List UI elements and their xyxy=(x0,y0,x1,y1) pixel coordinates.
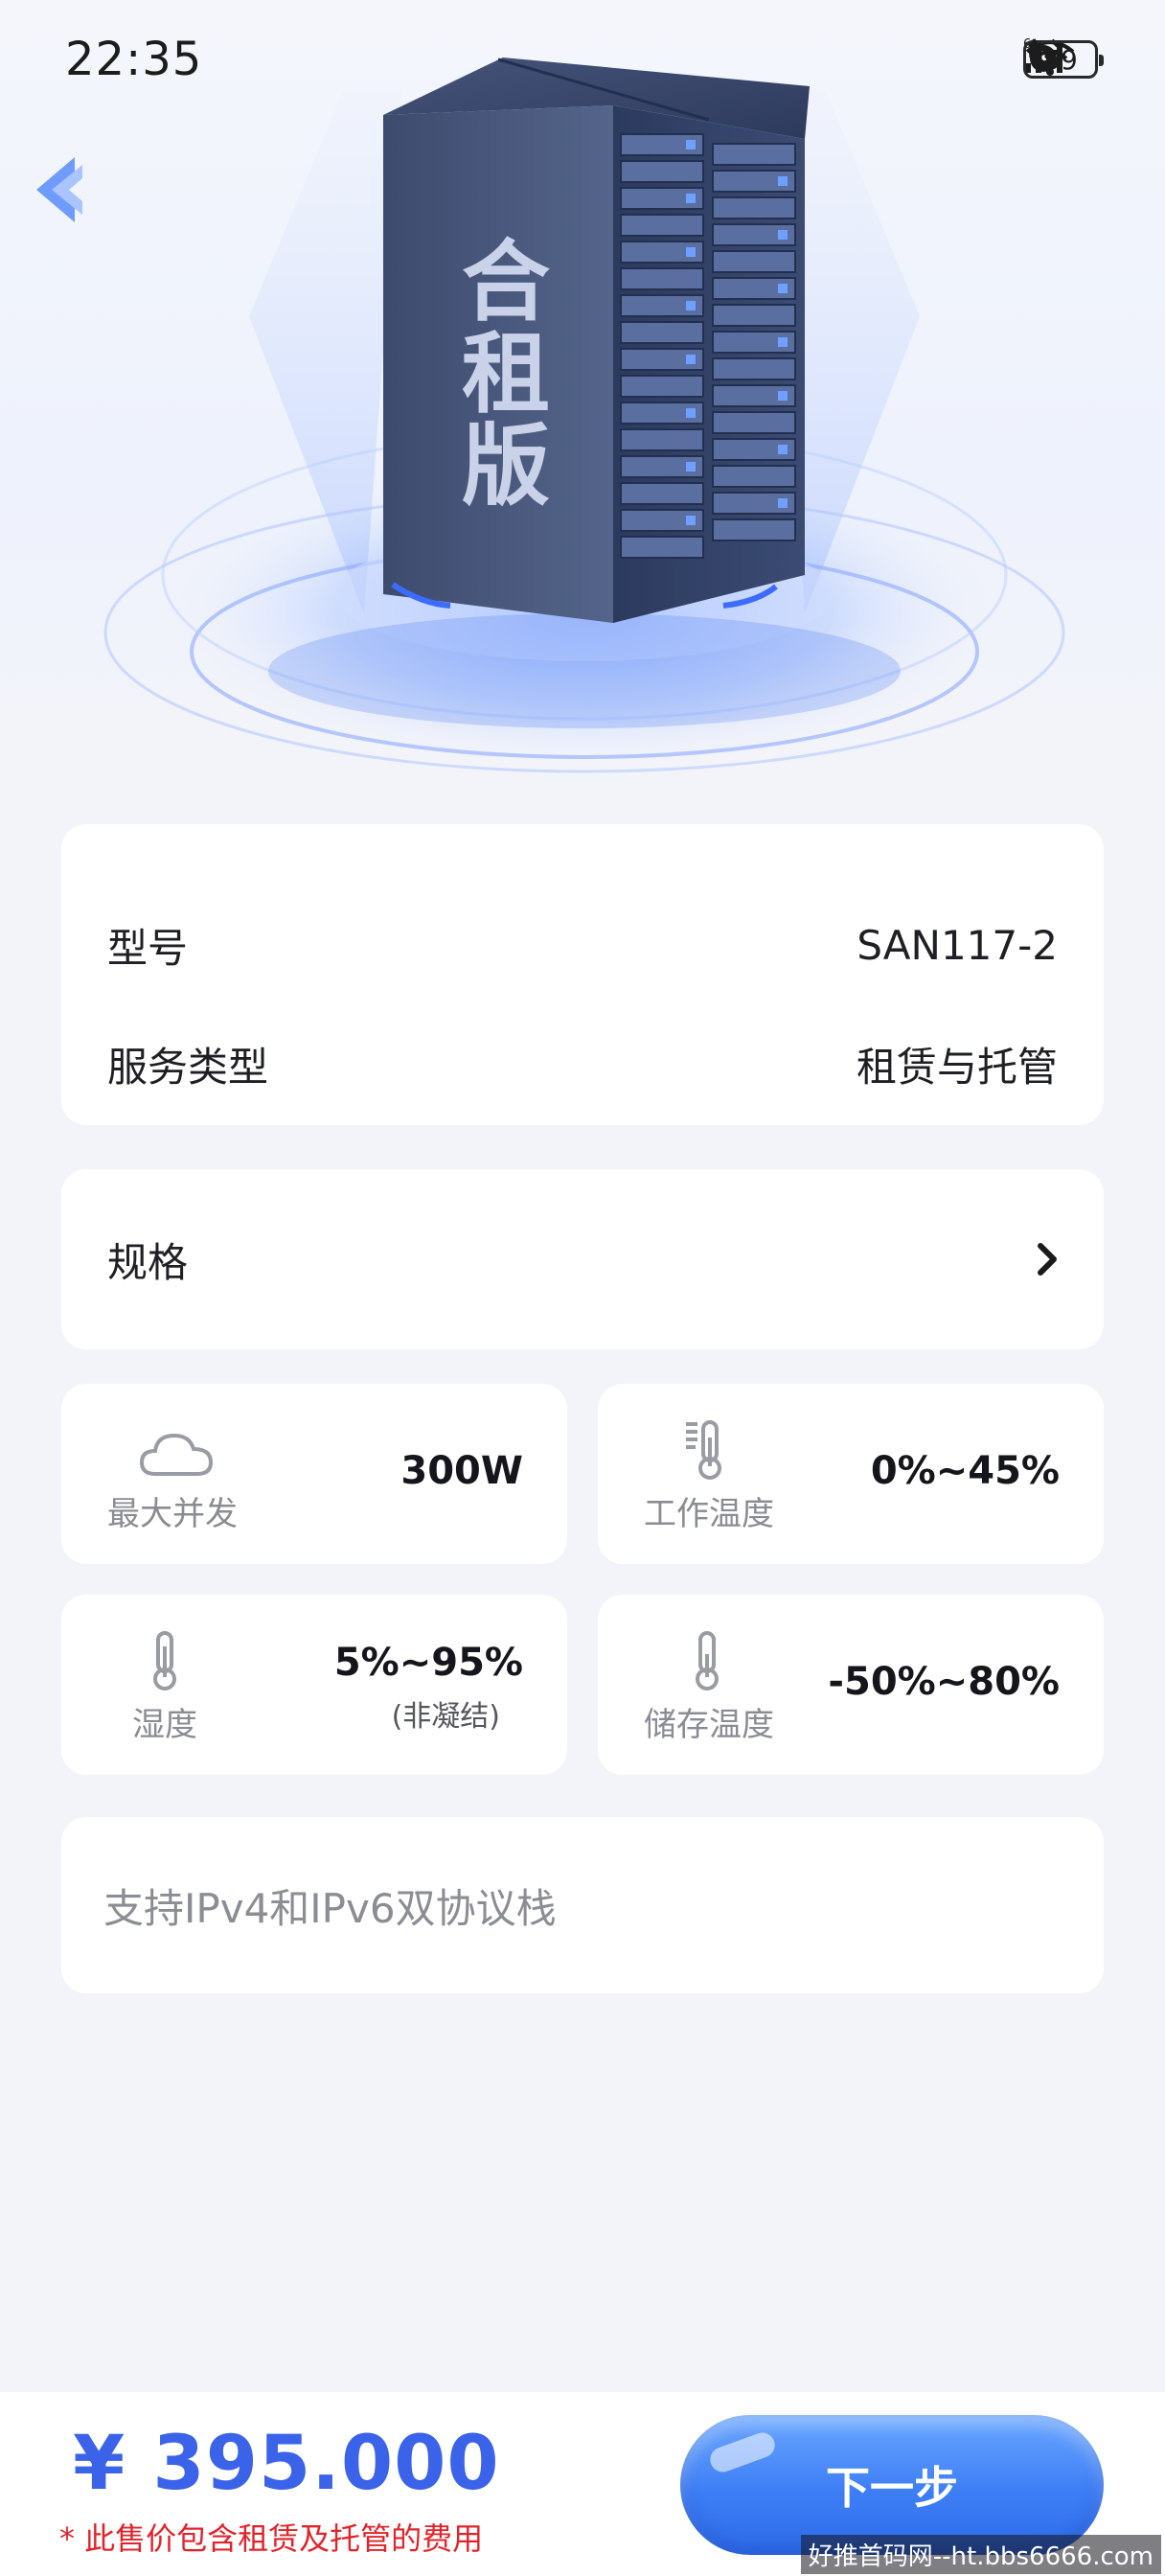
hero-banner: 合租版 22:35 6 59 xyxy=(0,0,1165,786)
price-note: * 此售价包含租赁及托管的费用 xyxy=(59,2520,484,2557)
product-info-card: 型号 SAN117-2 服务类型 租赁与托管 xyxy=(61,824,1104,1125)
spec-row[interactable]: 规格 xyxy=(61,1169,1104,1349)
spec-label: 规格 xyxy=(107,1238,189,1286)
purchase-bar: ¥ 395.000 * 此售价包含租赁及托管的费用 下一步 好推首码网--ht.… xyxy=(0,2392,1165,2576)
battery-level: 59 xyxy=(1043,43,1078,76)
thermometer-levels-icon xyxy=(686,1420,721,1480)
price: ¥ 395.000 xyxy=(73,2421,500,2507)
next-step-label: 下一步 xyxy=(826,2462,958,2514)
storage-temp-value: -50%~80% xyxy=(828,1660,1060,1704)
service-type-value: 租赁与托管 xyxy=(856,1043,1058,1091)
work-temp-value: 0%~45% xyxy=(870,1449,1060,1493)
storage-temp-label: 储存温度 xyxy=(644,1706,774,1744)
humidity-tile: 湿度 5%~95% (非凝结) xyxy=(61,1595,567,1775)
humidity-label: 湿度 xyxy=(132,1706,197,1744)
protocol-note-text: 支持IPv4和IPv6双协议栈 xyxy=(103,1884,557,1932)
work-temp-label: 工作温度 xyxy=(644,1495,774,1533)
chevron-right-icon xyxy=(1038,1243,1057,1276)
humidity-value: 5%~95% xyxy=(333,1641,523,1685)
server-rack-illustration: 合租版 xyxy=(103,58,1065,773)
cloud-icon xyxy=(139,1433,214,1476)
model-value: SAN117-2 xyxy=(857,921,1058,969)
humidity-note: (非凝结) xyxy=(391,1700,500,1734)
product-detail-page: 合租版 22:35 6 59 型号 SAN117-2 服务类型 租赁与托管 规格… xyxy=(0,0,1165,2576)
back-button[interactable] xyxy=(29,151,96,228)
max-concurrency-label: 最大并发 xyxy=(107,1495,238,1533)
chevron-left-icon xyxy=(36,157,82,222)
service-type-row: 服务类型 租赁与托管 xyxy=(107,1035,1058,1092)
model-label: 型号 xyxy=(107,924,189,972)
storage-temp-tile: 储存温度 -50%~80% xyxy=(598,1595,1104,1775)
leaf-icon xyxy=(1029,38,1040,69)
work-temp-tile: 工作温度 0%~45% xyxy=(598,1384,1104,1564)
protocol-note-card: 支持IPv4和IPv6双协议栈 xyxy=(61,1817,1104,1993)
thermometer-icon xyxy=(696,1631,719,1690)
button-gloss xyxy=(706,2428,779,2476)
status-bar: 22:35 6 59 xyxy=(0,0,1165,115)
status-icons: 6 59 xyxy=(1023,36,1104,82)
max-concurrency-tile: 最大并发 300W xyxy=(61,1384,567,1564)
thermometer-icon xyxy=(153,1631,176,1690)
status-time: 22:35 xyxy=(65,33,203,86)
watermark: 好推首码网--ht.bbs6666.com xyxy=(800,2535,1161,2574)
hero-product-label: 合租版 xyxy=(447,235,550,511)
service-type-label: 服务类型 xyxy=(107,1043,269,1091)
model-row: 型号 SAN117-2 xyxy=(107,916,1058,974)
max-concurrency-value: 300W xyxy=(400,1449,523,1493)
